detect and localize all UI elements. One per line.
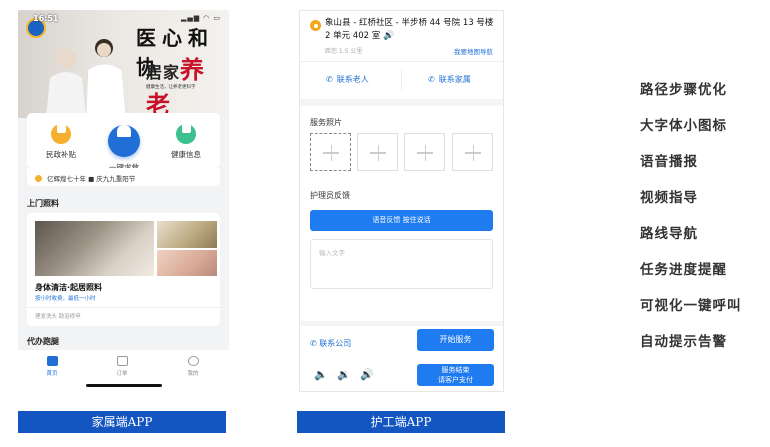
address-text: 象山县 - 红桥社区 - 半步桥 44 号院 13 号楼 2 单元 402 室	[325, 18, 494, 41]
care-service-name: 身体清洁·起居照料	[35, 283, 103, 292]
end-service-line2: 请客户支付	[438, 375, 473, 384]
contact-elder-button[interactable]: ✆ 联系老人	[326, 74, 369, 85]
care-service-pricing: 按小时收费，最低一小时	[35, 296, 96, 302]
sun-icon	[35, 175, 42, 182]
status-time: 16:51	[33, 14, 59, 23]
feature-item: 任务进度提醒	[640, 262, 727, 278]
action-panel: ✆ 联系公司 开始服务 🔈 🔉 🔊 服务结束 请客户支付	[300, 326, 503, 391]
contact-elder-label: 联系老人	[336, 75, 369, 84]
volume-high-icon[interactable]: 🔊	[360, 368, 374, 381]
photos-title: 服务照片	[310, 118, 342, 127]
service-record-panel: 服务照片 护理员反馈 语音反馈 按住说话 输入文字	[300, 106, 503, 321]
health-info-button[interactable]: 健康信息	[156, 119, 216, 160]
divider	[300, 61, 503, 62]
banner-slogan-prefix: 居家	[146, 63, 181, 82]
contact-family-label: 联系家属	[438, 75, 471, 84]
feedback-title: 护理员反馈	[310, 191, 350, 200]
family-app-screen: 医心和协 居家养老 健康生活，让养老更科学 16:51 ▂▄▆ ◠ ▭ 民政补贴…	[18, 10, 229, 392]
home-care-card[interactable]: 身体清洁·起居照料 按小时收费，最低一小时 理发洗头 助浴修甲	[27, 213, 220, 326]
health-info-label: 健康信息	[171, 150, 201, 159]
tab-profile-label: 我的	[187, 371, 199, 377]
signal-wifi-battery-icon: ▂▄▆ ◠ ▭	[180, 14, 221, 22]
care-photo-hands	[157, 250, 217, 276]
phone-icon: ✆	[310, 339, 320, 348]
coin-icon	[51, 124, 71, 144]
tab-orders[interactable]: 订单	[102, 356, 142, 377]
alarm-icon	[108, 125, 140, 157]
feedback-text-input[interactable]: 输入文字	[310, 239, 493, 289]
sos-button[interactable]: 一键求救	[94, 115, 154, 173]
feature-item: 可视化一键呼叫	[640, 298, 742, 314]
distance-text: 距您 1.5 公里	[325, 48, 363, 55]
add-photo-slot[interactable]	[357, 133, 398, 171]
home-icon	[46, 356, 58, 366]
speaker-icon[interactable]: 🔊	[383, 31, 394, 41]
care-photo-main	[35, 221, 154, 276]
tab-profile[interactable]: 我的	[173, 356, 213, 377]
task-address-panel: 象山县 - 红桥社区 - 半步桥 44 号院 13 号楼 2 单元 402 室 🔊…	[300, 11, 503, 99]
feature-item: 语音播报	[640, 154, 698, 170]
volume-mute-icon[interactable]: 🔈	[314, 368, 328, 381]
add-photo-slot[interactable]	[404, 133, 445, 171]
home-indicator[interactable]	[86, 384, 162, 387]
phone-icon: ✆	[428, 75, 435, 84]
end-service-button[interactable]: 服务结束 请客户支付	[417, 364, 494, 386]
start-service-button[interactable]: 开始服务	[417, 329, 494, 351]
feature-list: 路径步骤优化 大字体小图标 语音播报 视频指导 路线导航 任务进度提醒 可视化一…	[640, 78, 742, 366]
vertical-divider	[401, 69, 402, 91]
contact-family-button[interactable]: ✆ 联系家属	[428, 74, 471, 85]
feature-item: 自动提示告警	[640, 334, 727, 350]
subsidy-label: 民政补贴	[46, 150, 76, 159]
notice-bar[interactable]: 亿辉煌七十年 ■ 庆九九重阳节	[27, 168, 220, 186]
banner-subtitle: 健康生活，让养老更科学	[146, 85, 196, 90]
location-pin-icon	[310, 20, 321, 31]
feature-item: 路线导航	[640, 226, 698, 242]
volume-low-icon[interactable]: 🔉	[337, 368, 351, 381]
card-divider	[27, 307, 220, 308]
hold-to-talk-button[interactable]: 语音反馈 按住说话	[310, 210, 493, 231]
tab-orders-label: 订单	[116, 371, 128, 377]
health-icon	[176, 124, 196, 144]
caption-caregiver-app: 护工端APP	[297, 411, 505, 433]
caregiver-elder-photo	[46, 39, 127, 118]
tab-home[interactable]: 首页	[32, 356, 72, 377]
feature-item: 大字体小图标	[640, 118, 727, 134]
contact-company-label: 联系公司	[319, 339, 352, 348]
caregiver-app-screen: 象山县 - 红桥社区 - 半步桥 44 号院 13 号楼 2 单元 402 室 🔊…	[299, 10, 504, 392]
notice-text: 亿辉煌七十年 ■ 庆九九重阳节	[47, 175, 136, 183]
home-banner[interactable]: 医心和协 居家养老 健康生活，让养老更科学	[18, 10, 229, 119]
contact-company-button[interactable]: ✆ 联系公司	[310, 338, 351, 349]
service-shortcuts: 民政补贴 一键求救 健康信息	[27, 113, 220, 172]
add-photo-slot[interactable]	[310, 133, 351, 171]
subsidy-button[interactable]: 民政补贴	[31, 119, 91, 160]
status-bar: 16:51 ▂▄▆ ◠ ▭	[18, 10, 229, 26]
section-title-home-care: 上门照料	[27, 199, 59, 208]
feature-item: 视频指导	[640, 190, 698, 206]
end-service-line1: 服务结束	[441, 366, 470, 374]
tab-home-label: 首页	[46, 371, 58, 377]
map-navigation-link[interactable]: 我要地图导航	[454, 46, 493, 56]
phone-icon: ✆	[326, 75, 333, 84]
caption-family-app: 家属端APP	[18, 411, 226, 433]
service-address: 象山县 - 红桥社区 - 半步桥 44 号院 13 号楼 2 单元 402 室 🔊	[325, 17, 497, 43]
profile-icon	[187, 356, 199, 366]
order-icon	[116, 356, 128, 366]
care-service-more: 理发洗头 助浴修甲	[35, 314, 81, 320]
add-photo-slot[interactable]	[452, 133, 493, 171]
section-title-errand: 代办跑腿	[27, 337, 59, 346]
care-photo-food	[157, 221, 217, 248]
feature-item: 路径步骤优化	[640, 82, 727, 98]
